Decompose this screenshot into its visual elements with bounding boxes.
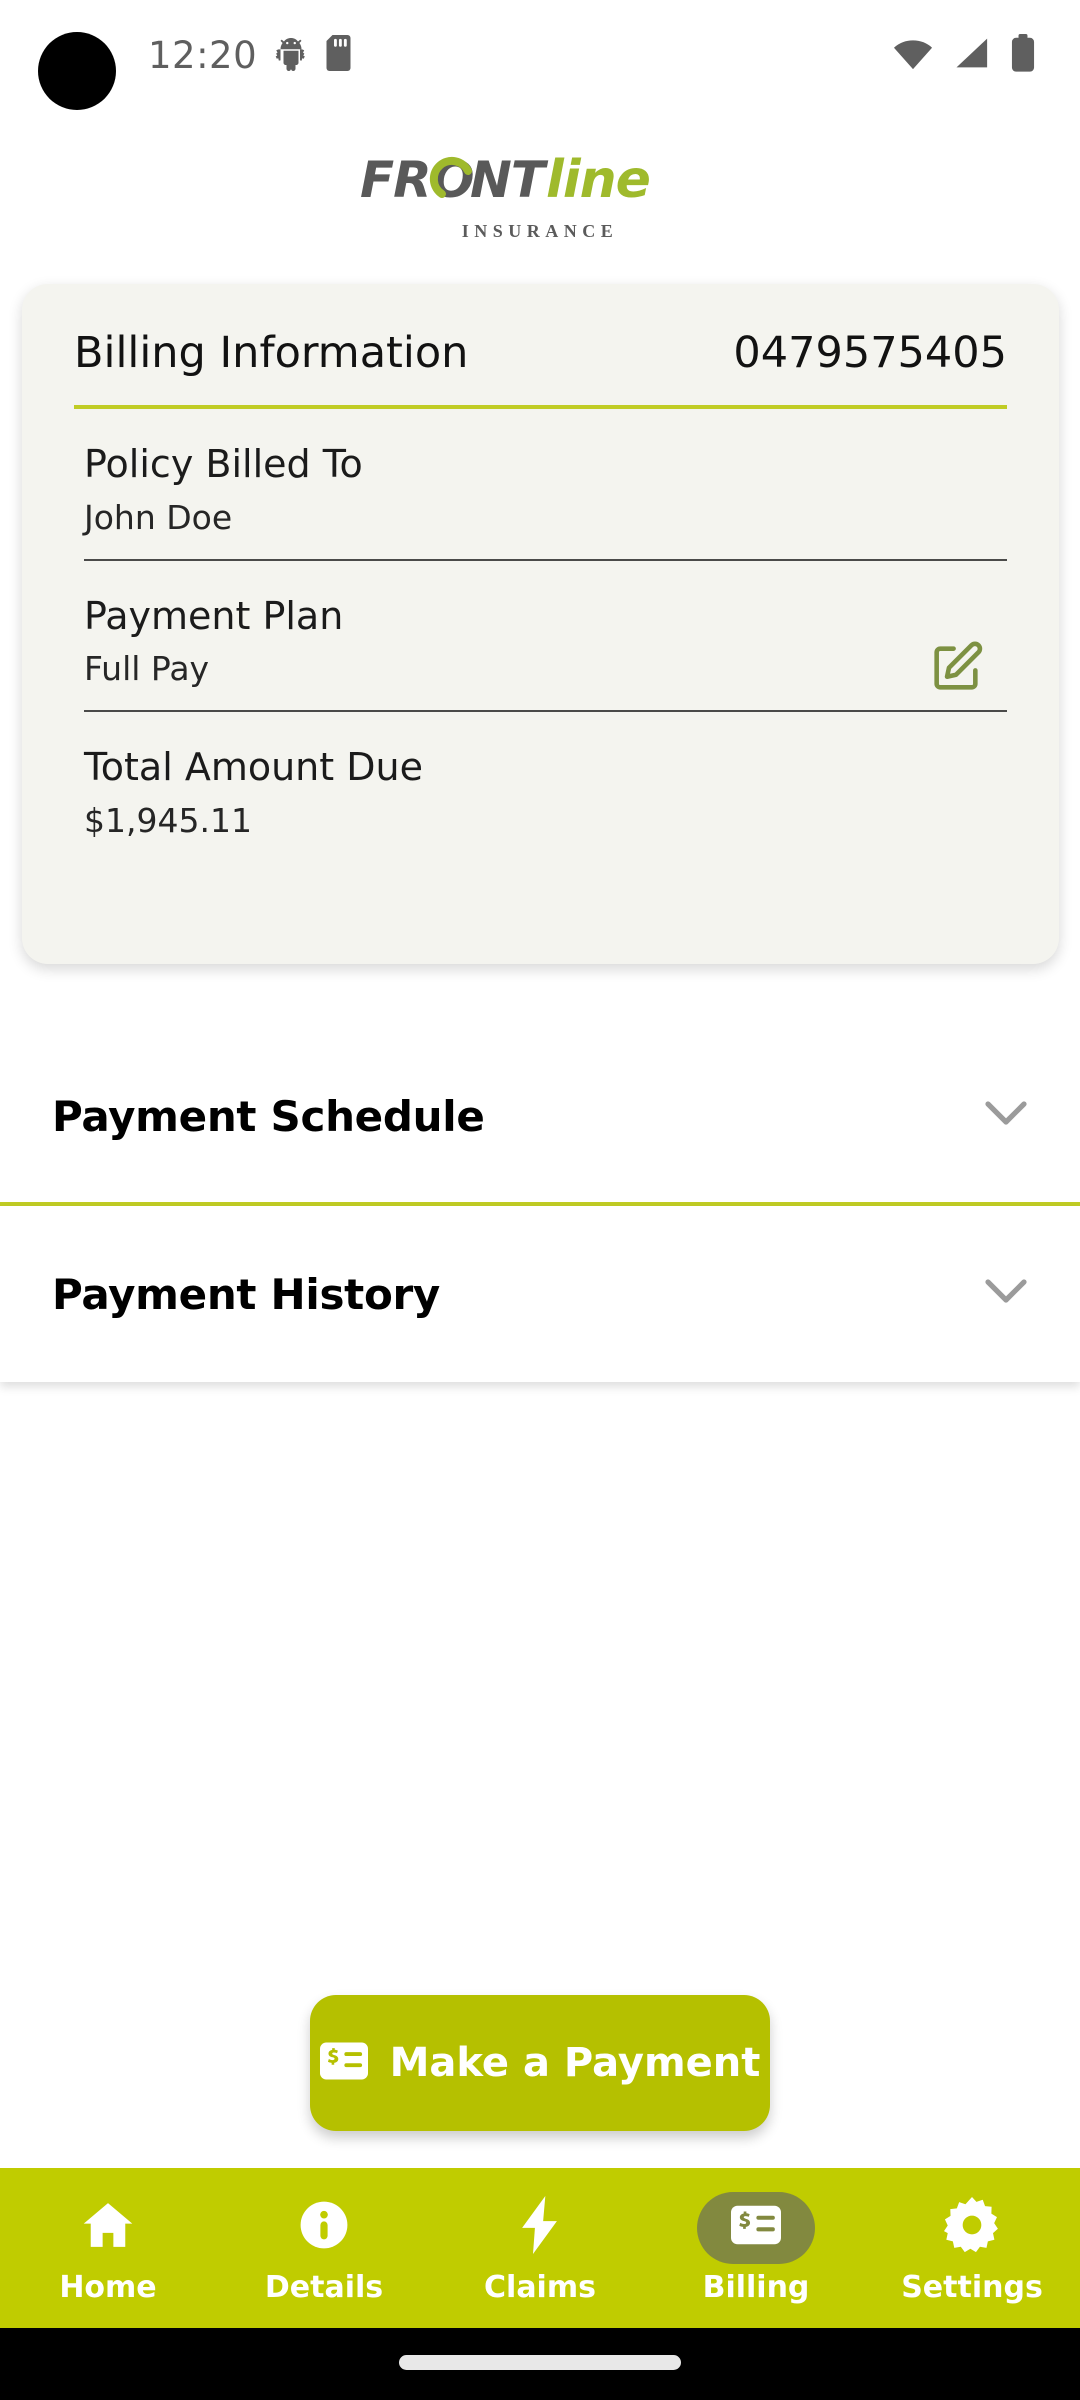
status-bar-left: 12:20 <box>148 0 355 110</box>
payment-plan-label: Payment Plan <box>84 593 344 638</box>
edit-payment-plan-button[interactable] <box>927 639 985 697</box>
billing-information-card: Billing Information 0479575405 Policy Bi… <box>22 284 1059 964</box>
brand-logo: FR O NT line INSURANCE <box>0 150 1080 242</box>
payment-history-accordion[interactable]: Payment History <box>0 1206 1080 1382</box>
brand-logo-wordmark: FR O NT line <box>0 150 1080 212</box>
camera-punch-hole <box>38 32 116 110</box>
status-bar-right <box>892 0 1036 110</box>
payment-schedule-accordion[interactable]: Payment Schedule <box>0 1028 1080 1204</box>
make-a-payment-label: Make a Payment <box>389 2040 761 2086</box>
logo-svg: FR O NT line <box>360 150 651 210</box>
payment-history-label: Payment History <box>52 1269 440 1319</box>
make-a-payment-button[interactable]: Make a Payment <box>310 1995 770 2131</box>
money-check-icon <box>319 2042 368 2085</box>
bottom-navigation-bar: Home Details Claims Billing Settings <box>0 2168 1080 2328</box>
payment-plan-row: Payment Plan Full Pay <box>54 561 1027 711</box>
nav-label-settings: Settings <box>901 2269 1043 2305</box>
svg-text:NT: NT <box>470 151 549 209</box>
app-screen: 12:20 FR O NT line INSURANCE Billing Inf… <box>0 0 1080 2400</box>
nav-item-claims[interactable]: Claims <box>432 2168 648 2328</box>
nav-item-settings[interactable]: Settings <box>864 2168 1080 2328</box>
nav-item-home[interactable]: Home <box>0 2168 216 2328</box>
gesture-home-pill[interactable] <box>399 2355 681 2370</box>
nav-label-details: Details <box>264 2269 384 2305</box>
total-amount-due-row: Total Amount Due $1,945.11 <box>54 712 1027 862</box>
billing-card-header: Billing Information 0479575405 <box>54 284 1027 378</box>
svg-text:line: line <box>546 150 650 210</box>
policy-number-value: 0479575405 <box>733 328 1007 378</box>
status-bar-clock: 12:20 <box>148 33 258 77</box>
sd-card-icon <box>325 34 355 76</box>
android-debug-icon <box>273 35 309 76</box>
battery-icon <box>1010 33 1036 77</box>
status-bar: 12:20 <box>0 0 1080 110</box>
wifi-icon <box>892 36 934 75</box>
policy-billed-to-row: Policy Billed To John Doe <box>54 409 1027 559</box>
billing-card-title: Billing Information <box>74 328 469 378</box>
chevron-down-icon <box>984 1100 1028 1133</box>
bolt-icon <box>516 2196 564 2259</box>
total-amount-due-value: $1,945.11 <box>84 801 252 841</box>
active-nav-pill <box>697 2191 815 2264</box>
edit-pencil-icon <box>934 641 983 690</box>
payment-plan-value: Full Pay <box>84 649 210 689</box>
system-gesture-bar <box>0 2328 1080 2400</box>
gear-icon <box>944 2197 1000 2258</box>
home-icon <box>80 2197 136 2258</box>
brand-tagline: INSURANCE <box>461 221 619 241</box>
policy-billed-to-label: Policy Billed To <box>84 442 363 486</box>
info-circle-icon <box>297 2198 351 2257</box>
nav-label-claims: Claims <box>484 2269 596 2305</box>
svg-text:FR: FR <box>360 151 431 209</box>
cellular-signal-icon <box>953 36 991 75</box>
nav-item-billing[interactable]: Billing <box>648 2168 864 2328</box>
chevron-down-icon <box>984 1278 1028 1311</box>
nav-item-details[interactable]: Details <box>216 2168 432 2328</box>
policy-billed-to-value: John Doe <box>84 497 233 537</box>
money-check-icon <box>731 2205 781 2250</box>
total-amount-due-label: Total Amount Due <box>84 745 423 790</box>
payment-schedule-label: Payment Schedule <box>52 1091 485 1141</box>
nav-label-billing: Billing <box>702 2269 810 2305</box>
nav-label-home: Home <box>59 2269 157 2305</box>
